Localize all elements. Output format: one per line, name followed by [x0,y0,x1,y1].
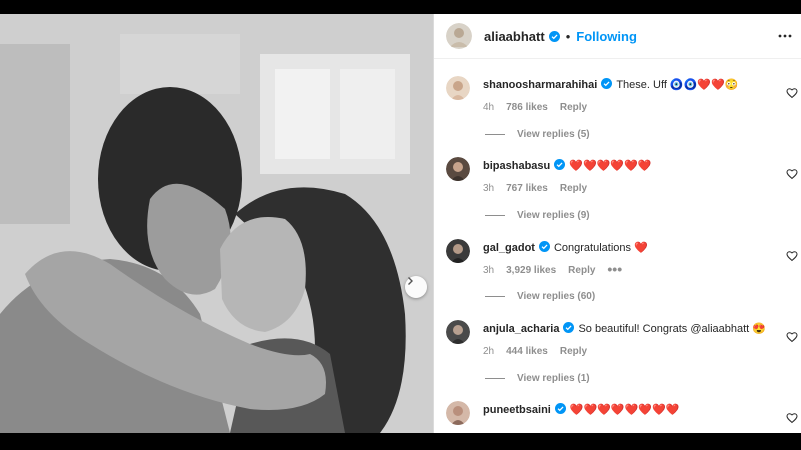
verified-badge-icon [563,322,575,333]
view-replies-button[interactable]: View replies (60) [485,291,595,302]
following-button[interactable]: Following [576,29,637,44]
commenter-avatar[interactable] [446,76,470,100]
reply-button[interactable]: Reply [568,265,595,276]
header-separator: • [565,28,571,44]
author-username[interactable]: aliaabhatt [484,29,545,44]
view-replies-button[interactable]: View replies (1) [485,373,590,384]
view-replies-label: View replies (60) [517,291,596,302]
commenter-avatar[interactable] [446,401,470,425]
comment-more-button[interactable]: ••• [607,262,622,276]
heart-outline-icon[interactable] [786,168,798,180]
replies-line [485,378,505,379]
comment-likes[interactable]: 767 likes [506,183,548,194]
replies-line [485,134,505,135]
heart-outline-icon[interactable] [786,250,798,262]
comments-panel: aliaabhatt • Following shanoosharmarahih… [434,14,801,433]
chevron-right-icon [408,277,413,285]
comment-text: ❤️❤️❤️❤️❤️❤️ [569,160,652,172]
post-photo[interactable] [0,14,433,433]
post-header: aliaabhatt • Following [434,14,801,59]
heart-outline-icon[interactable] [786,412,798,424]
view-replies-button[interactable]: View replies (9) [485,210,590,221]
next-photo-button[interactable] [405,276,427,298]
reply-button[interactable]: Reply [560,183,587,194]
replies-line [485,296,505,297]
reply-button[interactable]: Reply [560,346,587,357]
reply-button[interactable]: Reply [560,102,587,113]
verified-badge-icon [554,159,566,170]
comment-username[interactable]: bipashabasu [483,160,550,172]
view-replies-label: View replies (5) [517,129,590,140]
comment-time: 4h [483,102,495,113]
replies-line [485,215,505,216]
comment-likes[interactable]: 444 likes [506,346,548,357]
verified-badge-icon [538,241,550,252]
more-options-icon[interactable] [777,28,793,44]
comment-likes[interactable]: 3,929 likes [506,265,556,276]
heart-outline-icon[interactable] [786,87,798,99]
commenter-avatar[interactable] [446,239,470,263]
comment-text: ❤️❤️❤️❤️❤️❤️❤️❤️ [569,404,680,416]
comment-username[interactable]: puneetbsaini [483,404,551,416]
comment-username[interactable]: anjula_acharia [483,323,559,335]
view-replies-label: View replies (1) [517,373,590,384]
comment-text: Congratulations ❤️ [553,242,648,254]
comment-likes[interactable]: 786 likes [506,102,548,113]
commenter-avatar[interactable] [446,320,470,344]
comment-time: 2h [483,346,495,357]
view-replies-button[interactable]: View replies (5) [485,129,590,140]
comment-text: These. Uff 🧿🧿❤️❤️😳 [616,79,739,91]
comment-username[interactable]: shanoosharmarahihai [483,79,597,91]
comment-text: So beautiful! Congrats @aliaabhatt 😍 [578,323,766,335]
author-avatar[interactable] [446,23,472,49]
couple-photo-image [0,14,433,433]
comment-time: 3h [483,183,495,194]
commenter-avatar[interactable] [446,157,470,181]
comment-time: 3h [483,265,495,276]
post-modal: aliaabhatt • Following shanoosharmarahih… [0,14,801,433]
verified-badge-icon [554,403,566,414]
comment-username[interactable]: gal_gadot [483,242,535,254]
heart-outline-icon[interactable] [786,331,798,343]
verified-badge-icon [548,30,560,42]
view-replies-label: View replies (9) [517,210,590,221]
verified-badge-icon [601,78,613,89]
